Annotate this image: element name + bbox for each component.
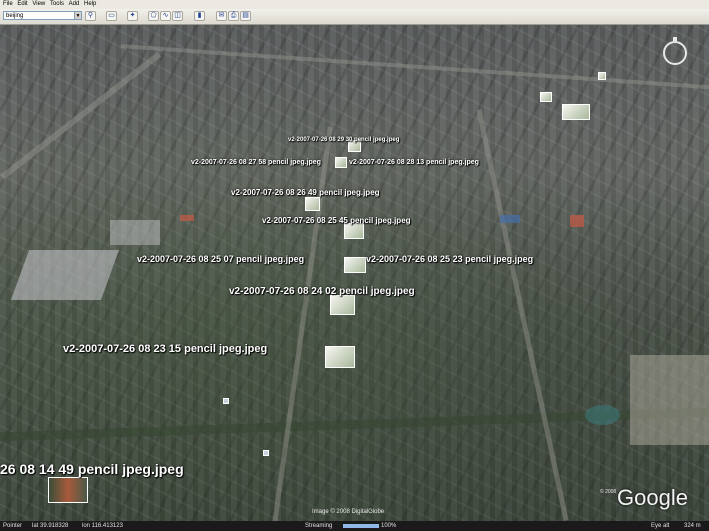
photo-placemark[interactable] [335, 157, 347, 168]
photo-placemark[interactable] [540, 92, 552, 102]
menu-view[interactable]: View [32, 0, 45, 9]
pointer-lat: lat 39.918328 [32, 523, 69, 529]
streaming-progress [343, 524, 379, 528]
menu-tools[interactable]: Tools [50, 0, 64, 9]
photo-placemark[interactable] [48, 477, 88, 503]
photo-placemark[interactable] [562, 104, 590, 120]
photo-placemark[interactable] [263, 450, 269, 456]
blue-roof [500, 215, 520, 223]
toolbar: beijing ▼ ⚲ ▭ ✦ ⬠ ∿ ◫ ▮ ✉ ⎙ ▤ [0, 9, 709, 25]
menu-edit[interactable]: Edit [17, 0, 27, 9]
path-icon[interactable]: ∿ [160, 11, 171, 21]
road [272, 126, 333, 521]
status-bar: Pointer lat 39.918328 lon 116.413123 Str… [0, 521, 709, 531]
photo-placemark[interactable] [305, 197, 320, 211]
eye-alt-value: 324 m [684, 523, 701, 529]
streaming-label: Streaming [305, 523, 333, 529]
photo-placemark[interactable] [330, 295, 355, 315]
photo-placemark[interactable] [325, 346, 355, 368]
email-icon[interactable]: ✉ [216, 11, 227, 21]
photo-label[interactable]: v2-2007-07-26 08 25 07 pencil jpeg.jpeg [137, 254, 304, 264]
photo-label[interactable]: v2-2007-07-26 08 28 13 pencil jpeg.jpeg [349, 159, 479, 166]
photo-label[interactable]: v2-2007-07-26 08 27 58 pencil jpeg.jpeg [191, 159, 321, 166]
overlay-icon[interactable]: ◫ [172, 11, 183, 21]
photo-label[interactable]: v2-2007-07-26 08 29 30 pencil jpeg.jpeg [288, 137, 399, 143]
red-roof [570, 215, 584, 227]
menu-file[interactable]: File [3, 0, 13, 9]
imagery-credit: Image © 2008 DigitalGlobe [312, 509, 385, 515]
photo-label[interactable]: v2-2007-07-26 08 26 49 pencil jpeg.jpeg [231, 188, 380, 197]
photo-placemark[interactable] [223, 398, 229, 404]
photo-label[interactable]: v2-2007-07-26 08 25 23 pencil jpeg.jpeg [366, 254, 533, 264]
building-block [110, 220, 160, 245]
road [0, 51, 162, 180]
search-dropdown-icon[interactable]: ▼ [74, 11, 82, 20]
sidebar-icon[interactable]: ▭ [106, 11, 117, 21]
menu-bar: File Edit View Tools Add Help [0, 0, 709, 9]
road [120, 44, 709, 90]
placemark-icon[interactable]: ✦ [127, 11, 138, 21]
photo-label[interactable]: v2-2007-07-26 08 25 45 pencil jpeg.jpeg [262, 216, 411, 225]
photo-placemark[interactable] [598, 72, 606, 80]
pool [585, 405, 620, 425]
search-go-icon[interactable]: ⚲ [85, 11, 96, 21]
photo-label[interactable]: v2-2007-07-26 08 24 02 pencil jpeg.jpeg [229, 286, 415, 297]
menu-help[interactable]: Help [84, 0, 96, 9]
pointer-lon: lon 116.413123 [82, 523, 123, 529]
menu-add[interactable]: Add [69, 0, 80, 9]
building-block [10, 250, 120, 300]
search-input[interactable]: beijing [3, 11, 77, 20]
streaming-progress-fill [343, 524, 379, 528]
red-roof [180, 215, 194, 221]
compass-ring-icon[interactable] [663, 41, 687, 65]
streaming-percent: 100% [381, 523, 397, 529]
ruler-icon[interactable]: ▮ [194, 11, 205, 21]
google-logo: Google [617, 485, 688, 510]
photo-label[interactable]: 26 08 14 49 pencil jpeg.jpeg [0, 461, 184, 477]
photo-placemark[interactable] [344, 223, 364, 239]
maps-icon[interactable]: ▤ [240, 11, 251, 21]
eye-alt-label: Eye alt [651, 523, 670, 529]
print-icon[interactable]: ⎙ [228, 11, 239, 21]
photo-placemark[interactable] [344, 257, 366, 273]
copyright-text: © 2008 [600, 489, 617, 495]
photo-label[interactable]: v2-2007-07-26 08 23 15 pencil jpeg.jpeg [63, 343, 267, 355]
road [476, 109, 569, 521]
stadium-area [630, 355, 709, 445]
polygon-icon[interactable]: ⬠ [148, 11, 159, 21]
earth-3d-view[interactable]: v2-2007-07-26 08 29 30 pencil jpeg.jpeg … [0, 25, 709, 521]
pointer-label: Pointer [3, 523, 23, 529]
